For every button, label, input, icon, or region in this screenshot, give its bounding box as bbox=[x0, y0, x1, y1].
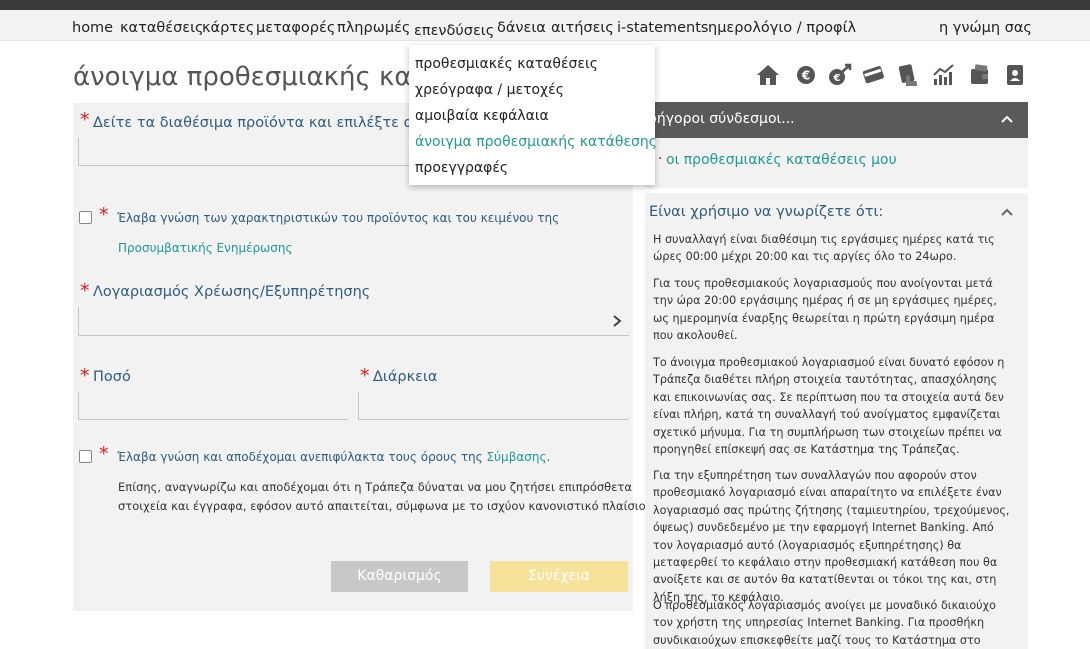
nav-calendar-profile[interactable]: ημερολόγιο / προφίλ bbox=[708, 20, 856, 36]
nav-applications[interactable]: αιτήσεις bbox=[551, 20, 614, 36]
account-select-field[interactable] bbox=[78, 307, 629, 336]
quick-links-list: · οι προθεσμιακές καταθέσεις μου bbox=[645, 138, 1028, 188]
info-title: Είναι χρήσιμο να γνωρίζετε ότι: bbox=[649, 204, 884, 220]
duration-label: Διάρκεια bbox=[373, 369, 438, 385]
nav-investments[interactable]: επενδύσεις bbox=[414, 23, 494, 39]
info-paragraph-5: Ο προθεσμιακός λογαριασμός ανοίγει με μο… bbox=[653, 599, 996, 647]
wallet-icon[interactable] bbox=[968, 63, 992, 87]
continue-button[interactable]: Συνέχεια bbox=[490, 561, 628, 592]
main-navigation: home καταθέσεις κάρτες μεταφορές πληρωμέ… bbox=[0, 10, 1090, 41]
contract-link[interactable]: Σύμβασης bbox=[487, 450, 547, 464]
nav-deposits[interactable]: καταθέσεις bbox=[120, 20, 204, 36]
menu-item-open-term-deposit[interactable]: άνοιγμα προθεσμιακής κατάθεσης bbox=[415, 134, 657, 150]
chevron-up-icon[interactable] bbox=[1000, 114, 1014, 124]
menu-item-term-deposits[interactable]: προθεσμιακές καταθέσεις bbox=[415, 56, 598, 72]
investments-dropdown-menu: προθεσμιακές καταθέσεις χρεόγραφα / μετο… bbox=[409, 45, 657, 185]
prospectus-info-link[interactable]: Προσυμβατικής Ενημέρωσης bbox=[118, 241, 293, 255]
required-marker: * bbox=[360, 365, 370, 387]
quick-links-header[interactable]: ρήγοροι σύνδεσμοι... bbox=[645, 102, 1028, 138]
payment-icon[interactable] bbox=[897, 63, 921, 87]
duration-select-field[interactable] bbox=[358, 392, 629, 420]
home-icon[interactable] bbox=[756, 63, 780, 87]
nav-cards[interactable]: κάρτες bbox=[202, 20, 254, 36]
nav-transfers[interactable]: μεταφορές bbox=[256, 20, 335, 36]
svg-text:€: € bbox=[833, 73, 841, 84]
info-paragraph-3: Το άνοιγμα προθεσμιακού λογαριασμού είνα… bbox=[653, 356, 1005, 457]
page-title: άνοιγμα προθεσμιακής κατάθ bbox=[73, 62, 461, 92]
terms-consent-end: . bbox=[546, 450, 551, 464]
prospectus-consent-checkbox[interactable] bbox=[79, 211, 92, 224]
info-paragraph-4: Για την εξυπηρέτηση των συναλλαγών που α… bbox=[653, 469, 1010, 604]
additional-docs-note-line2: στοιχεία και έγγραφα, εφόσον αυτό απαιτε… bbox=[118, 499, 650, 513]
required-marker: * bbox=[80, 280, 90, 302]
quick-links-title: ρήγοροι σύνδεσμοι... bbox=[648, 111, 795, 127]
menu-item-preregistrations[interactable]: προεγγραφές bbox=[415, 160, 508, 176]
product-label: Δείτε τα διαθέσιμα προϊόντα και επιλέξτε… bbox=[93, 115, 453, 131]
nav-payments[interactable]: πληρωμές bbox=[337, 20, 410, 36]
additional-docs-note-line1: Επίσης, αναγνωρίζω και αποδέχομαι ότι η … bbox=[118, 480, 632, 494]
info-paragraph-2: Για τους προθεσμιακούς λογαριασμούς που … bbox=[653, 277, 997, 343]
terms-consent-checkbox[interactable] bbox=[79, 450, 92, 463]
menu-item-securities[interactable]: χρεόγραφα / μετοχές bbox=[415, 82, 564, 98]
chart-icon[interactable] bbox=[932, 63, 956, 87]
menu-item-mutual-funds[interactable]: αμοιβαία κεφάλαια bbox=[415, 108, 549, 124]
required-marker: * bbox=[99, 443, 109, 465]
terms-consent-label: Έλαβα γνώση και αποδέχομαι ανεπιφύλακτα … bbox=[117, 450, 483, 464]
nav-home[interactable]: home bbox=[72, 20, 113, 36]
amount-label: Ποσό bbox=[93, 369, 131, 385]
required-marker: * bbox=[80, 365, 90, 387]
chevron-up-icon[interactable] bbox=[1000, 207, 1014, 217]
required-marker: * bbox=[99, 204, 109, 226]
euro-icon[interactable]: € bbox=[794, 63, 818, 87]
info-panel: Είναι χρήσιμο να γνωρίζετε ότι: Η συναλλ… bbox=[645, 193, 1028, 649]
contacts-icon[interactable] bbox=[1003, 63, 1027, 87]
svg-text:€: € bbox=[801, 69, 810, 83]
transfer-icon[interactable]: € bbox=[828, 63, 852, 87]
prospectus-consent-text: Έλαβα γνώση των χαρακτηριστικών του προϊ… bbox=[117, 211, 560, 225]
clear-button[interactable]: Καθαρισμός bbox=[331, 561, 468, 592]
card-icon[interactable] bbox=[862, 63, 886, 87]
amount-input[interactable] bbox=[78, 392, 348, 420]
nav-loans[interactable]: δάνεια bbox=[497, 20, 546, 36]
nav-feedback[interactable]: η γνώμη σας bbox=[939, 20, 1032, 36]
chevron-right-icon bbox=[613, 315, 622, 327]
top-strip bbox=[0, 0, 1090, 10]
my-term-deposits-link[interactable]: οι προθεσμιακές καταθέσεις μου bbox=[666, 152, 897, 168]
list-bullet: · bbox=[658, 151, 663, 167]
nav-i-statements[interactable]: i-statements bbox=[617, 20, 708, 36]
product-select-field[interactable] bbox=[78, 138, 414, 166]
account-label: Λογαριασμός Χρέωσης/Εξυπηρέτησης bbox=[93, 284, 371, 300]
terms-consent-text: Έλαβα γνώση και αποδέχομαι ανεπιφύλακτα … bbox=[117, 450, 550, 464]
info-paragraph-1: Η συναλλαγή είναι διαθέσιμη τις εργάσιμε… bbox=[653, 233, 995, 264]
required-marker: * bbox=[80, 109, 90, 131]
